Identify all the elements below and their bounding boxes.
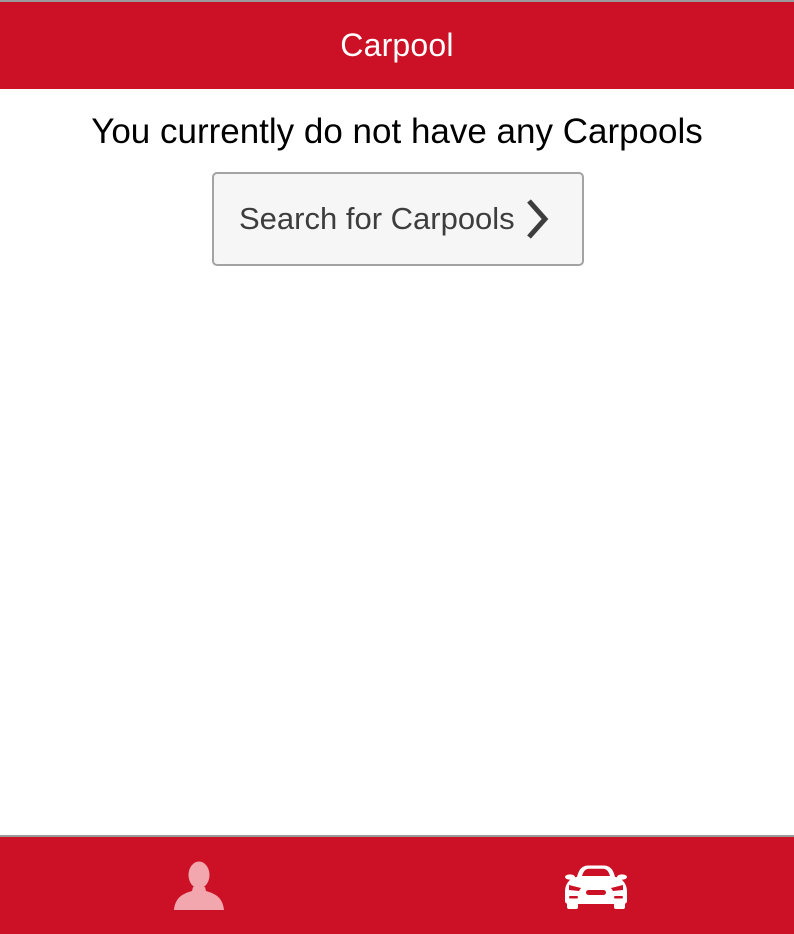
tab-carpool[interactable] <box>397 837 794 934</box>
bottom-tab-bar <box>0 835 794 934</box>
search-carpools-button[interactable]: Search for Carpools <box>212 172 584 266</box>
page-title: Carpool <box>340 26 454 63</box>
tab-profile[interactable] <box>0 837 397 934</box>
search-carpools-label: Search for Carpools <box>239 201 515 236</box>
chevron-right-icon <box>525 198 549 240</box>
empty-state-message: You currently do not have any Carpools <box>91 112 703 151</box>
car-icon <box>563 863 629 909</box>
app-screen: Carpool You currently do not have any Ca… <box>0 0 794 934</box>
top-bar: Carpool <box>0 0 794 89</box>
person-icon <box>173 861 225 911</box>
